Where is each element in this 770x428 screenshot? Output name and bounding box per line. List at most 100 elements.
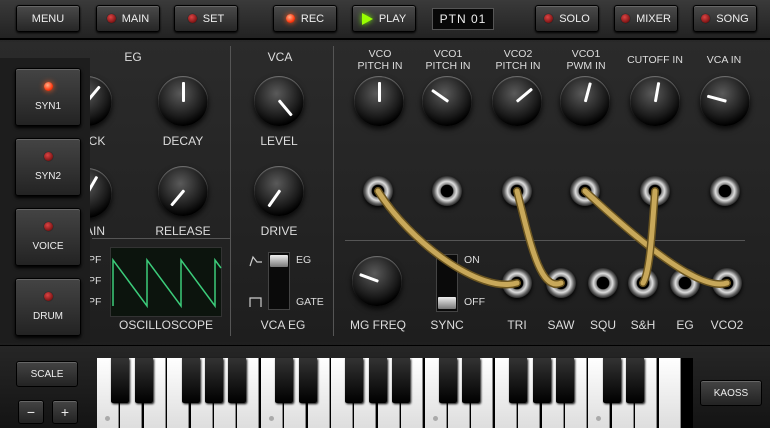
black-key[interactable]	[626, 358, 645, 403]
led-icon	[621, 14, 631, 23]
set-label: SET	[202, 12, 225, 25]
play-button[interactable]: PLAY	[352, 5, 416, 32]
level-knob[interactable]	[254, 76, 304, 126]
drive-label: DRIVE	[260, 224, 298, 238]
octave-down-button[interactable]: −	[18, 400, 44, 424]
drive-knob[interactable]	[254, 166, 304, 216]
led-on-icon	[43, 82, 53, 91]
black-key[interactable]	[345, 358, 364, 403]
led-on-icon	[285, 14, 295, 23]
synth-panel: EG VCA CK DECAY AIN RELEASE LEVEL DRIVE …	[0, 42, 770, 342]
tab-voice[interactable]: VOICE	[15, 208, 81, 266]
tab-syn2[interactable]: SYN2	[15, 138, 81, 196]
vco1-pwm-label: VCO1 PWM IN	[566, 48, 606, 72]
gate-icon	[249, 297, 262, 307]
tab-drum[interactable]: DRUM	[15, 278, 81, 336]
c-key-marker	[268, 416, 274, 421]
black-key[interactable]	[462, 358, 481, 403]
sync-on-label: ON	[464, 254, 480, 266]
led-icon	[544, 14, 554, 23]
vco-pitch-knob[interactable]	[354, 76, 404, 126]
vca-eg-switch[interactable]	[268, 252, 290, 310]
vco2-pitch-knob[interactable]	[492, 76, 542, 126]
black-key[interactable]	[181, 358, 200, 403]
oscilloscope-label: OSCILLOSCOPE	[118, 318, 214, 332]
decay-knob[interactable]	[158, 76, 208, 126]
cutoff-in-knob[interactable]	[630, 76, 680, 126]
mg-freq-label: MG FREQ	[350, 318, 406, 332]
vca-in-knob[interactable]	[700, 76, 750, 126]
squ-jack[interactable]	[588, 268, 618, 298]
black-key[interactable]	[556, 358, 574, 403]
divider	[333, 46, 334, 336]
vco2-pitch-label: VCO2 PITCH IN	[495, 48, 541, 72]
led-icon	[106, 14, 116, 23]
solo-label: SOLO	[559, 12, 590, 25]
sh-label: S&H	[630, 318, 656, 332]
vco2-out-jack[interactable]	[712, 268, 742, 298]
led-icon	[701, 14, 711, 23]
vca-in-label: VCA IN	[706, 54, 742, 66]
level-label: LEVEL	[260, 134, 298, 148]
vco1-pwm-jack[interactable]	[570, 176, 600, 206]
black-key[interactable]	[602, 358, 621, 403]
sync-switch[interactable]	[436, 254, 458, 312]
tab-syn1[interactable]: SYN1	[15, 68, 81, 126]
mg-freq-knob[interactable]	[352, 256, 402, 306]
eg-section-title: EG	[124, 50, 142, 64]
vco-pitch-label: VCO PITCH IN	[357, 48, 403, 72]
song-button[interactable]: SONG	[693, 5, 757, 32]
eg-out-jack[interactable]	[670, 268, 700, 298]
cutoff-in-jack[interactable]	[640, 176, 670, 206]
black-key[interactable]	[368, 358, 387, 403]
rec-label: REC	[300, 12, 325, 25]
black-key[interactable]	[439, 358, 457, 403]
decay-label: DECAY	[162, 134, 204, 148]
set-button[interactable]: SET	[174, 5, 238, 32]
sync-label: SYNC	[430, 318, 464, 332]
mixer-button[interactable]: MIXER	[614, 5, 678, 32]
black-key[interactable]	[532, 358, 551, 403]
oscilloscope-wave	[112, 257, 222, 309]
mixer-label: MIXER	[636, 12, 671, 25]
vco-pitch-jack[interactable]	[363, 176, 393, 206]
vco1-pitch-label: VCO1 PITCH IN	[425, 48, 471, 72]
saw-label: SAW	[547, 318, 575, 332]
vco2-pitch-jack[interactable]	[502, 176, 532, 206]
side-tabs: SYN1 SYN2 VOICE DRUM	[0, 58, 90, 343]
piano-keyboard	[97, 358, 693, 428]
black-key[interactable]	[275, 358, 294, 403]
tab-voice-label: VOICE	[32, 241, 64, 252]
release-knob[interactable]	[158, 166, 208, 216]
black-key[interactable]	[228, 358, 247, 403]
black-key[interactable]	[134, 358, 153, 403]
oscilloscope-screen	[110, 247, 222, 317]
top-toolbar: MENU MAIN SET REC PLAY PTN 01 SOLO MIXER…	[0, 0, 770, 40]
tri-jack[interactable]	[502, 268, 532, 298]
main-button[interactable]: MAIN	[96, 5, 160, 32]
black-key[interactable]	[392, 358, 411, 403]
black-key[interactable]	[111, 358, 130, 403]
eg-out-label: EG	[676, 318, 694, 332]
menu-button[interactable]: MENU	[16, 5, 80, 32]
vco2-out-label: VCO2	[710, 318, 744, 332]
sh-jack[interactable]	[628, 268, 658, 298]
pattern-display[interactable]: PTN 01	[432, 8, 494, 30]
squ-label: SQU	[589, 318, 616, 332]
octave-up-button[interactable]: +	[52, 400, 78, 424]
kaoss-button[interactable]: KAOSS	[700, 380, 762, 406]
scale-button[interactable]: SCALE	[16, 361, 78, 387]
black-key[interactable]	[205, 358, 223, 403]
led-icon	[187, 14, 197, 23]
tab-syn1-label: SYN1	[34, 101, 62, 112]
rec-button[interactable]: REC	[273, 5, 337, 32]
vco1-pitch-jack[interactable]	[432, 176, 462, 206]
vca-in-jack[interactable]	[710, 176, 740, 206]
white-key[interactable]	[658, 358, 681, 428]
vco1-pitch-knob[interactable]	[422, 76, 472, 126]
black-key[interactable]	[298, 358, 317, 403]
vco1-pwm-knob[interactable]	[560, 76, 610, 126]
black-key[interactable]	[509, 358, 528, 403]
solo-button[interactable]: SOLO	[535, 5, 599, 32]
saw-jack[interactable]	[546, 268, 576, 298]
